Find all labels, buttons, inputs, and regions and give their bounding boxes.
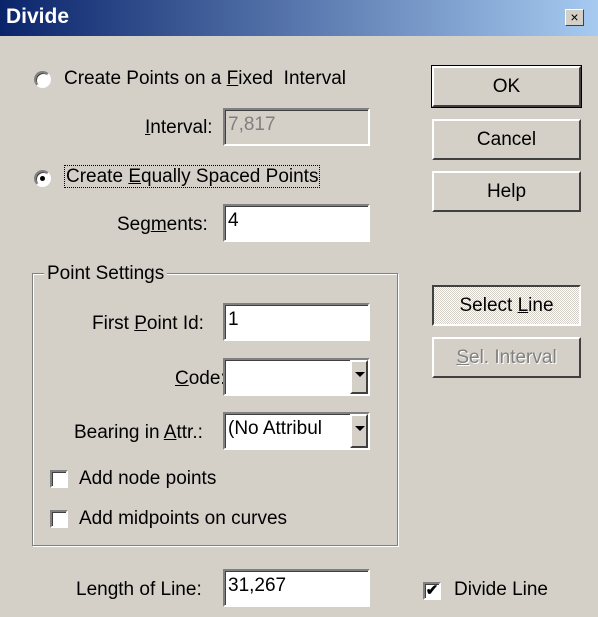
segments-input[interactable]: 4 bbox=[223, 204, 370, 242]
fixed-interval-label[interactable]: Create Points on a Fixed Interval bbox=[64, 68, 346, 90]
length-input[interactable]: 31,267 bbox=[223, 569, 370, 607]
length-label: Length of Line: bbox=[76, 579, 202, 600]
first-point-input[interactable]: 1 bbox=[223, 303, 370, 341]
fixed-interval-radio[interactable] bbox=[34, 71, 51, 88]
add-midpoints-checkbox[interactable] bbox=[50, 510, 68, 528]
add-node-points-label[interactable]: Add node points bbox=[79, 468, 216, 490]
select-line-button[interactable]: Select Line bbox=[432, 285, 581, 326]
radio-selected-dot bbox=[40, 176, 45, 181]
add-node-points-checkbox[interactable] bbox=[50, 470, 68, 488]
window-title: Divide bbox=[6, 5, 70, 28]
bearing-combo[interactable]: (No Attribul bbox=[223, 412, 370, 450]
first-point-label: First Point Id: bbox=[92, 313, 204, 334]
close-icon: × bbox=[570, 9, 579, 25]
close-button[interactable]: × bbox=[565, 9, 584, 26]
check-icon: ✔ bbox=[425, 582, 439, 599]
code-label: Code: bbox=[175, 368, 226, 389]
cancel-button[interactable]: Cancel bbox=[432, 119, 581, 160]
bearing-combo-value: (No Attribul bbox=[228, 418, 322, 439]
chevron-down-icon[interactable] bbox=[350, 414, 368, 448]
interval-input[interactable]: 7,817 bbox=[223, 108, 370, 146]
bearing-label: Bearing in Attr.: bbox=[74, 422, 203, 443]
point-settings-label: Point Settings bbox=[44, 263, 168, 285]
equal-spaced-radio[interactable] bbox=[34, 170, 51, 187]
interval-label: Interval: bbox=[145, 117, 213, 138]
title-bar: Divide × bbox=[0, 0, 598, 36]
ok-button[interactable]: OK bbox=[431, 65, 582, 108]
divide-line-checkbox[interactable]: ✔ bbox=[423, 582, 441, 600]
sel-interval-button[interactable]: Sel. Interval bbox=[432, 337, 581, 378]
add-midpoints-label[interactable]: Add midpoints on curves bbox=[79, 508, 287, 530]
divide-line-label[interactable]: Divide Line bbox=[454, 579, 548, 601]
segments-label: Segments: bbox=[117, 214, 208, 235]
chevron-down-icon[interactable] bbox=[350, 360, 368, 394]
code-combo[interactable] bbox=[223, 358, 370, 396]
help-button[interactable]: Help bbox=[432, 171, 581, 212]
equal-spaced-label[interactable]: Create Equally Spaced Points bbox=[64, 165, 321, 188]
